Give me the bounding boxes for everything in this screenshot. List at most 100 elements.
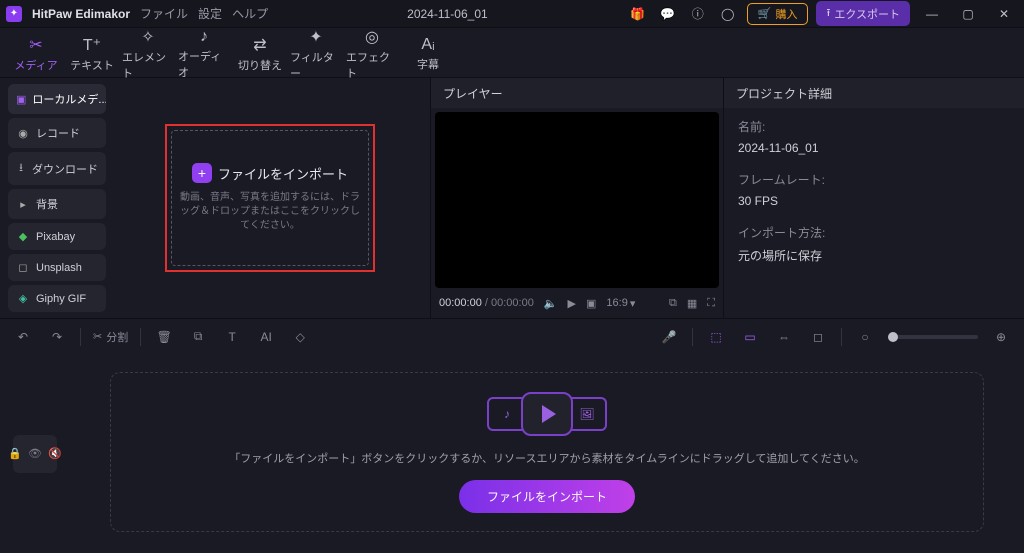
menu-settings[interactable]: 設定 <box>198 5 222 22</box>
zoom-slider[interactable] <box>888 335 978 339</box>
tab-caption[interactable]: Aᵢ 字幕 <box>402 31 454 77</box>
image-icon: 🖼 <box>567 397 607 431</box>
sidebar-item-label: 背景 <box>36 196 58 212</box>
player-pane: プレイヤー 00:00:00 / 00:00:00 🔈 ▶ ▣ 16:9 ▾ ⧉… <box>430 78 724 318</box>
ai-tool-button[interactable]: AI <box>255 326 277 348</box>
export-label: エクスポート <box>834 6 900 22</box>
sidebar-item-giphy[interactable]: ◈Giphy GIF <box>8 285 106 312</box>
tab-media[interactable]: ✂メディア <box>10 31 62 77</box>
mute-icon: 🔇 <box>48 447 62 460</box>
buy-button[interactable]: 🛒 購入 <box>747 3 809 25</box>
window-maximize[interactable]: ▢ <box>954 3 982 25</box>
tab-filter-label: フィルター <box>290 49 342 81</box>
menu-file[interactable]: ファイル <box>140 5 188 22</box>
split-label: 分割 <box>106 329 128 345</box>
element-icon: ✧ <box>141 27 154 47</box>
track-headers: 🔒 👁 🔇 <box>0 354 70 553</box>
unsplash-icon: ◻ <box>16 261 30 274</box>
divider <box>140 328 141 346</box>
timeline-dropzone[interactable]: ♪ 🖼 「ファイルをインポート」ボタンをクリックするか、リソースエリアから素材を… <box>110 372 984 532</box>
sidebar-item-record[interactable]: ◉レコード <box>8 118 106 148</box>
redo-button[interactable]: ↷ <box>46 326 68 348</box>
tab-effect-label: エフェクト <box>346 49 398 81</box>
tab-transition[interactable]: ⇄切り替え <box>234 31 286 77</box>
chat-icon[interactable]: 💬 <box>657 3 679 25</box>
tab-audio[interactable]: ♪ オーディオ <box>178 31 230 77</box>
tab-text-label: テキスト <box>70 57 114 73</box>
mic-button[interactable]: 🎤 <box>658 326 680 348</box>
tab-caption-label: 字幕 <box>417 56 439 72</box>
undo-button[interactable]: ↶ <box>12 326 34 348</box>
window-minimize[interactable]: — <box>918 3 946 25</box>
window-close[interactable]: ✕ <box>990 3 1018 25</box>
import-subtitle: 動画、音声、写真を追加するには、ドラッグ＆ドロップまたはここをクリックしてくださ… <box>180 191 360 233</box>
sidebar-item-label: Unsplash <box>36 262 82 274</box>
snapshot-icon[interactable]: ⧉ <box>669 297 677 310</box>
details-header: プロジェクト詳細 <box>724 78 1024 108</box>
import-dropzone[interactable]: + ファイルをインポート 動画、音声、写真を追加するには、ドラッグ＆ドロップまた… <box>165 124 375 272</box>
split-button[interactable]: ✂ 分割 <box>93 329 128 345</box>
text-icon: T⁺ <box>83 35 101 55</box>
audio-icon: ♪ <box>200 28 208 46</box>
gift-icon[interactable]: 🎁 <box>627 3 649 25</box>
zoom-out-button[interactable]: ○ <box>854 326 876 348</box>
aspect-ratio-button[interactable]: 16:9 ▾ <box>606 297 635 310</box>
tab-effect[interactable]: ◎エフェクト <box>346 31 398 77</box>
download-icon: ⭳ <box>16 159 26 178</box>
info-icon[interactable]: ⓘ <box>687 3 709 25</box>
sidebar-item-label: Pixabay <box>36 231 75 243</box>
timeline-placeholder-icons: ♪ 🖼 <box>487 392 607 436</box>
detail-name-value: 2024-11-06_01 <box>738 141 1010 155</box>
sidebar-item-label: ダウンロード <box>32 161 98 177</box>
sidebar-item-pixabay[interactable]: ◆Pixabay <box>8 223 106 250</box>
divider <box>841 328 842 346</box>
timeline-message: 「ファイルをインポート」ボタンをクリックするか、リソースエリアから素材をタイムラ… <box>229 450 864 466</box>
sidebar-item-label: レコード <box>36 125 80 141</box>
sidebar-item-unsplash[interactable]: ◻ Unsplash <box>8 254 106 281</box>
link-button[interactable]: ⇔ <box>773 326 795 348</box>
account-icon[interactable]: ◯ <box>717 3 739 25</box>
detail-fps-value: 30 FPS <box>738 194 1010 208</box>
sidebar-item-download[interactable]: ⭳ ダウンロード <box>8 152 106 185</box>
tab-transition-label: 切り替え <box>238 57 282 73</box>
timeline-import-button[interactable]: ファイルをインポート <box>459 480 635 513</box>
tab-element[interactable]: ✧エレメント <box>122 31 174 77</box>
grid-icon[interactable]: ▦ <box>687 297 697 310</box>
tab-media-label: メディア <box>14 57 57 73</box>
tab-element-label: エレメント <box>122 49 174 81</box>
plus-icon: + <box>192 163 212 183</box>
snap-button-2[interactable]: ▭ <box>739 326 761 348</box>
folder-icon: ▣ <box>16 93 26 106</box>
caption-icon: Aᵢ <box>421 36 434 54</box>
marker-button[interactable]: ◻ <box>807 326 829 348</box>
tab-audio-label: オーディオ <box>178 48 230 80</box>
text-tool-button[interactable]: T <box>221 326 243 348</box>
fullscreen-icon[interactable]: ⛶ <box>707 297 715 310</box>
detail-import-label: インポート方法: <box>738 224 1010 241</box>
divider <box>80 328 81 346</box>
tab-filter[interactable]: ✦フィルター <box>290 31 342 77</box>
copy-button[interactable]: ⧉ <box>187 326 209 348</box>
divider <box>692 328 693 346</box>
app-name: HitPaw Edimakor <box>32 7 130 21</box>
sidebar-item-label: Giphy GIF <box>36 293 86 305</box>
sidebar-item-label: ローカルメデ... <box>32 91 106 107</box>
player-viewport[interactable] <box>435 112 719 288</box>
keyframe-button[interactable]: ◇ <box>289 326 311 348</box>
detail-fps-label: フレームレート: <box>738 171 1010 188</box>
export-button[interactable]: ⭱ エクスポート <box>816 1 910 26</box>
detail-name-label: 名前: <box>738 118 1010 135</box>
play-icon[interactable]: ▶ <box>568 297 576 310</box>
snap-button-1[interactable]: ⬚ <box>705 326 727 348</box>
menu-help[interactable]: ヘルプ <box>232 5 268 22</box>
delete-button[interactable]: 🗑 <box>153 326 175 348</box>
zoom-in-button[interactable]: ⊕ <box>990 326 1012 348</box>
stop-icon[interactable]: ▣ <box>586 297 596 310</box>
sidebar-item-background[interactable]: ▸背景 <box>8 189 106 219</box>
app-logo-icon: ✦ <box>6 6 22 22</box>
volume-icon[interactable]: 🔈 <box>544 297 558 310</box>
sidebar-item-local[interactable]: ▣ ローカルメデ... <box>8 84 106 114</box>
track-header[interactable]: 🔒 👁 🔇 <box>13 435 57 473</box>
project-title: 2024-11-06_01 <box>278 7 617 21</box>
tab-text[interactable]: T⁺ テキスト <box>66 31 118 77</box>
